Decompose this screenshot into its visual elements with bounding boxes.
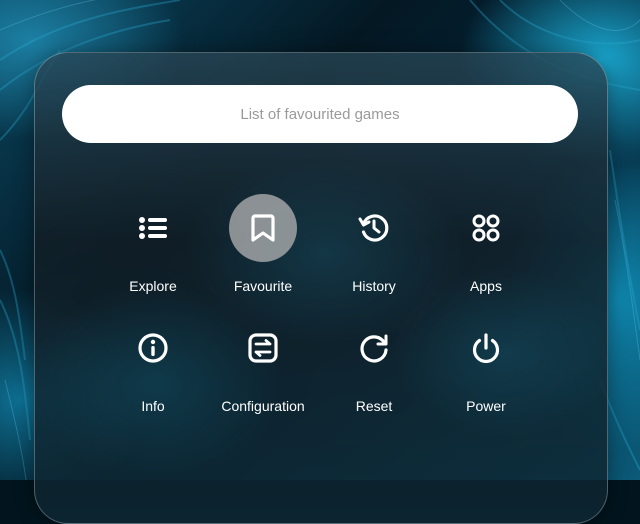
menu-label-explore: Explore (129, 278, 177, 294)
info-icon-wrap (119, 314, 187, 382)
menu-item-info[interactable]: Info (98, 314, 208, 424)
power-icon-wrap (452, 314, 520, 382)
menu-label-reset: Reset (355, 398, 393, 414)
bookmark-icon (251, 214, 275, 242)
apps-icon-wrap (452, 194, 520, 262)
configuration-icon (248, 333, 278, 363)
menu-label-power: Power (466, 398, 506, 414)
menu-label-favourite: Favourite (233, 278, 293, 294)
menu-item-history[interactable]: History (319, 194, 429, 304)
menu-item-configuration[interactable]: Configuration (208, 314, 318, 424)
menu-item-explore[interactable]: Explore (98, 194, 208, 304)
menu-label-configuration: Configuration (221, 398, 305, 414)
history-icon-wrap (340, 194, 408, 262)
explore-icon-wrap (119, 194, 187, 262)
power-icon (472, 333, 500, 364)
reset-icon-wrap (340, 314, 408, 382)
apps-grid-icon (472, 214, 500, 242)
menu-item-favourite[interactable]: Favourite (208, 194, 318, 304)
menu-label-history: History (352, 278, 396, 294)
list-icon (139, 217, 167, 239)
search-bar-text: List of favourited games (240, 105, 400, 123)
menu-item-apps[interactable]: Apps (431, 194, 541, 304)
info-icon (138, 333, 168, 363)
menu-item-power[interactable]: Power (431, 314, 541, 424)
menu-item-reset[interactable]: Reset (319, 314, 429, 424)
reset-icon (360, 334, 388, 363)
search-bar[interactable]: List of favourited games (62, 85, 578, 143)
menu-label-apps: Apps (470, 278, 502, 294)
menu-label-info: Info (141, 398, 165, 414)
history-icon (358, 214, 389, 242)
favourite-icon-wrap-selected (229, 194, 297, 262)
configuration-icon-wrap (229, 314, 297, 382)
